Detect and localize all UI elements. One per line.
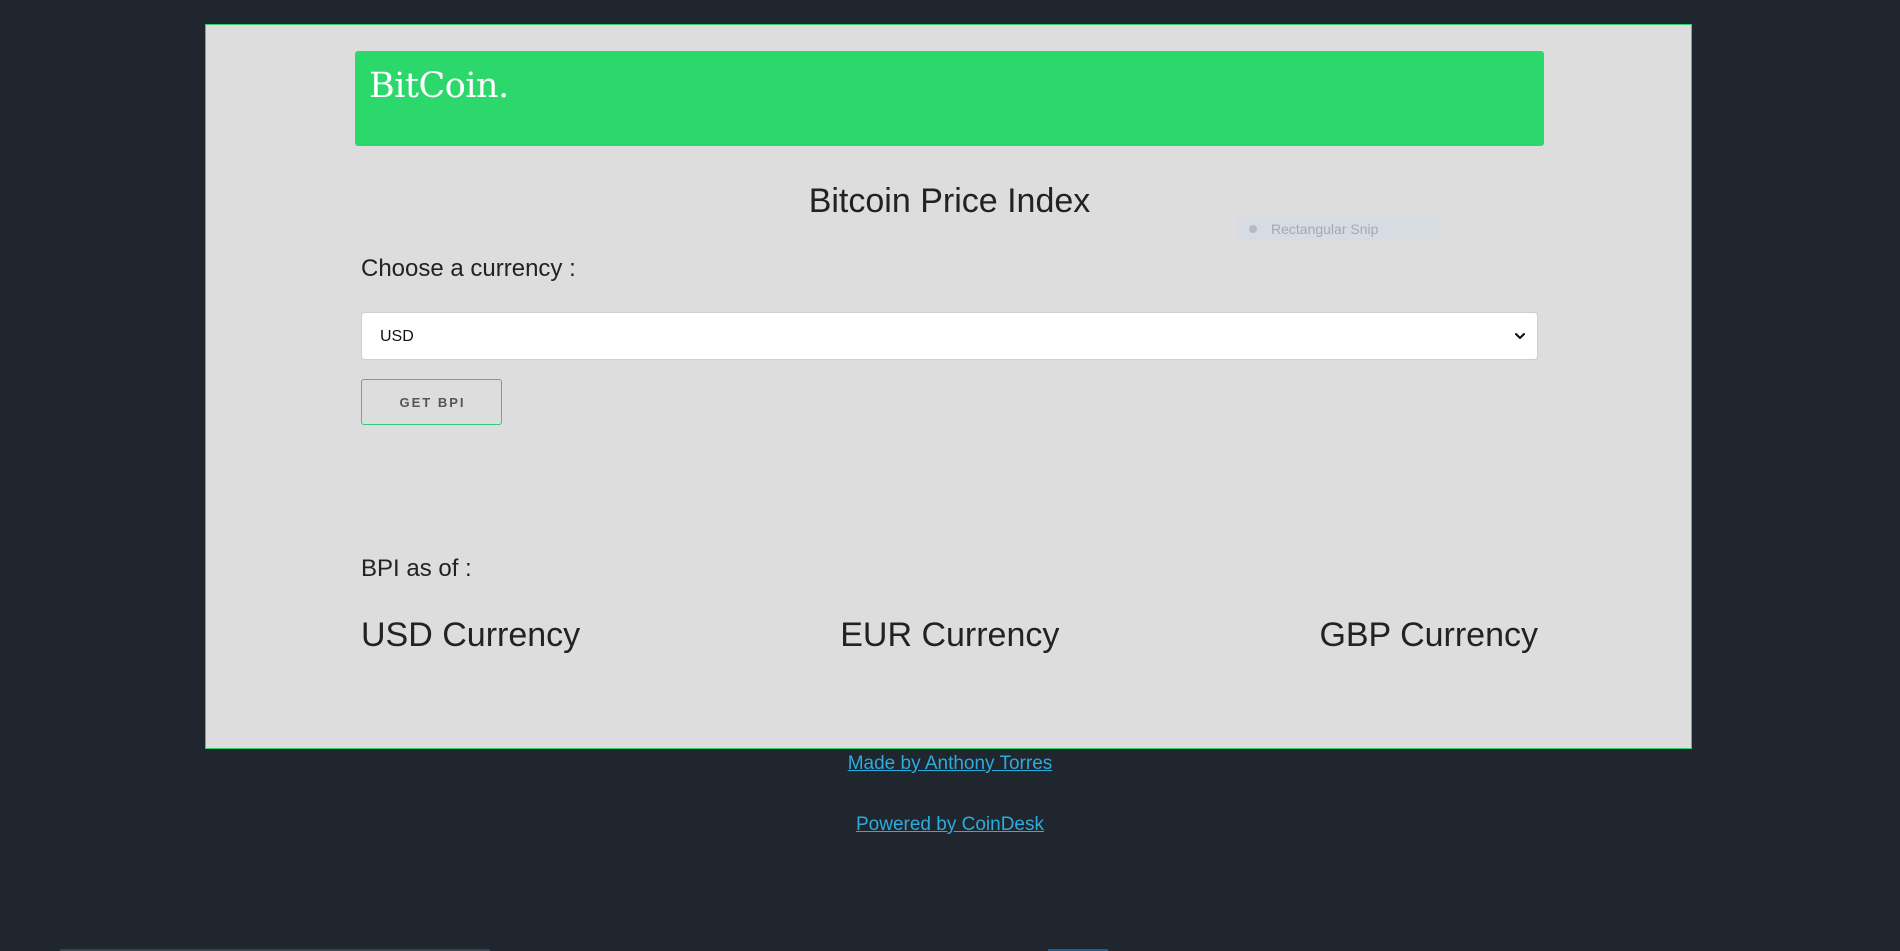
usd-currency: USD Currency — [361, 616, 581, 654]
get-bpi-button[interactable]: GET BPI — [361, 379, 502, 425]
gbp-currency: GBP Currency — [1319, 616, 1538, 654]
snip-tooltip: Rectangular Snip — [1238, 217, 1440, 241]
powered-by-link[interactable]: Powered by CoinDesk — [0, 814, 1900, 837]
eur-currency: EUR Currency — [840, 616, 1060, 654]
snip-icon — [1249, 225, 1257, 233]
bpi-date-label: BPI as of : — [361, 555, 472, 582]
snip-label: Rectangular Snip — [1271, 221, 1379, 237]
brand-logo[interactable]: BitCoin. — [369, 65, 509, 107]
made-by-link[interactable]: Made by Anthony Torres — [0, 753, 1900, 776]
page-title: Bitcoin Price Index — [808, 182, 1091, 220]
currency-select[interactable]: USD — [361, 312, 1538, 360]
currency-label: Choose a currency : — [361, 255, 576, 282]
main-card: BitCoin. Bitcoin Price Index Rectangular… — [205, 24, 1692, 749]
brand-header: BitCoin. — [355, 51, 1544, 146]
currency-results: USD Currency EUR Currency GBP Currency — [361, 615, 1538, 656]
chevron-down-icon — [1515, 333, 1525, 339]
currency-select-value: USD — [380, 328, 414, 345]
